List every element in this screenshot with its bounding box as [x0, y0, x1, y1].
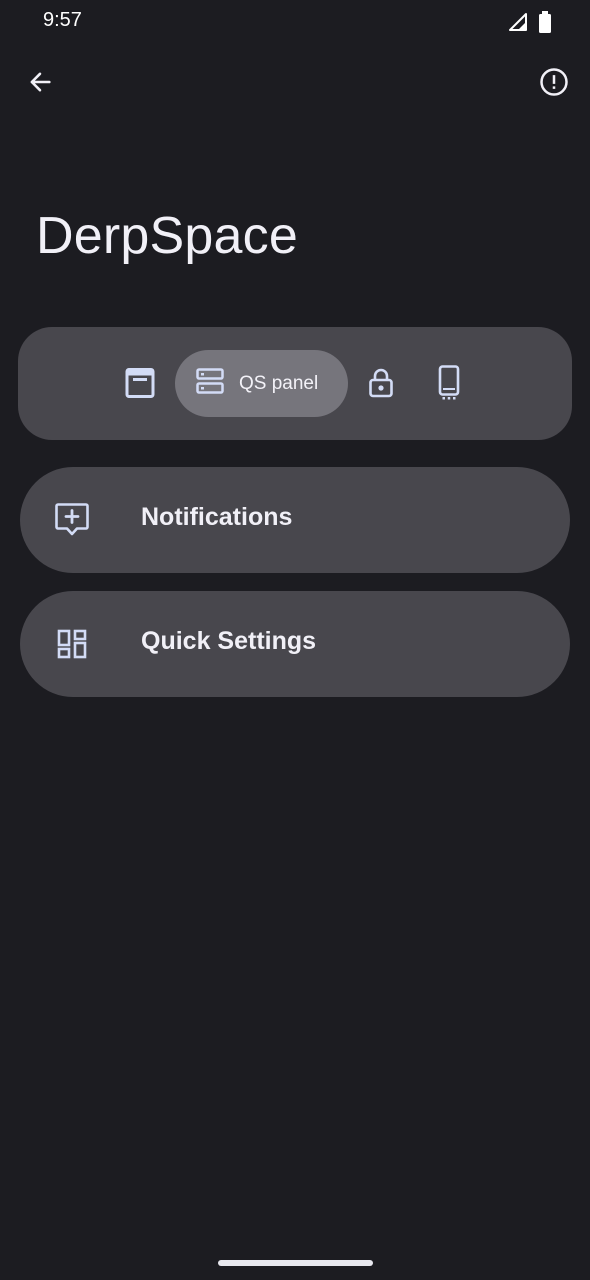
back-arrow-icon — [26, 68, 54, 101]
notifications-label: Notifications — [141, 503, 293, 531]
notifications-item[interactable]: Notifications — [20, 467, 570, 573]
info-button[interactable] — [534, 64, 574, 104]
signal-icon — [508, 12, 528, 37]
qs-panel-icon — [195, 366, 225, 401]
status-time: 9:57 — [43, 9, 82, 31]
tab-statusbar[interactable] — [118, 363, 162, 407]
tab-qs-panel[interactable]: QS panel — [175, 350, 348, 417]
page-title: DerpSpace — [36, 207, 298, 265]
tab-lockscreen[interactable] — [359, 363, 403, 407]
device-icon — [436, 364, 462, 406]
dashboard-icon — [52, 624, 92, 664]
home-indicator[interactable] — [218, 1260, 373, 1266]
info-icon — [539, 67, 569, 102]
statusbar-icon — [124, 367, 156, 404]
quick-settings-item[interactable]: Quick Settings — [20, 591, 570, 697]
tab-device[interactable] — [427, 363, 471, 407]
back-button[interactable] — [20, 64, 60, 104]
status-icons — [508, 11, 552, 38]
battery-icon — [538, 11, 552, 38]
quick-settings-label: Quick Settings — [141, 627, 317, 655]
tab-qs-label: QS panel — [239, 372, 319, 394]
status-bar: 9:57 — [0, 0, 590, 42]
add-notification-icon — [52, 500, 92, 540]
tab-bar: QS panel — [18, 327, 572, 440]
lock-icon — [366, 367, 396, 404]
